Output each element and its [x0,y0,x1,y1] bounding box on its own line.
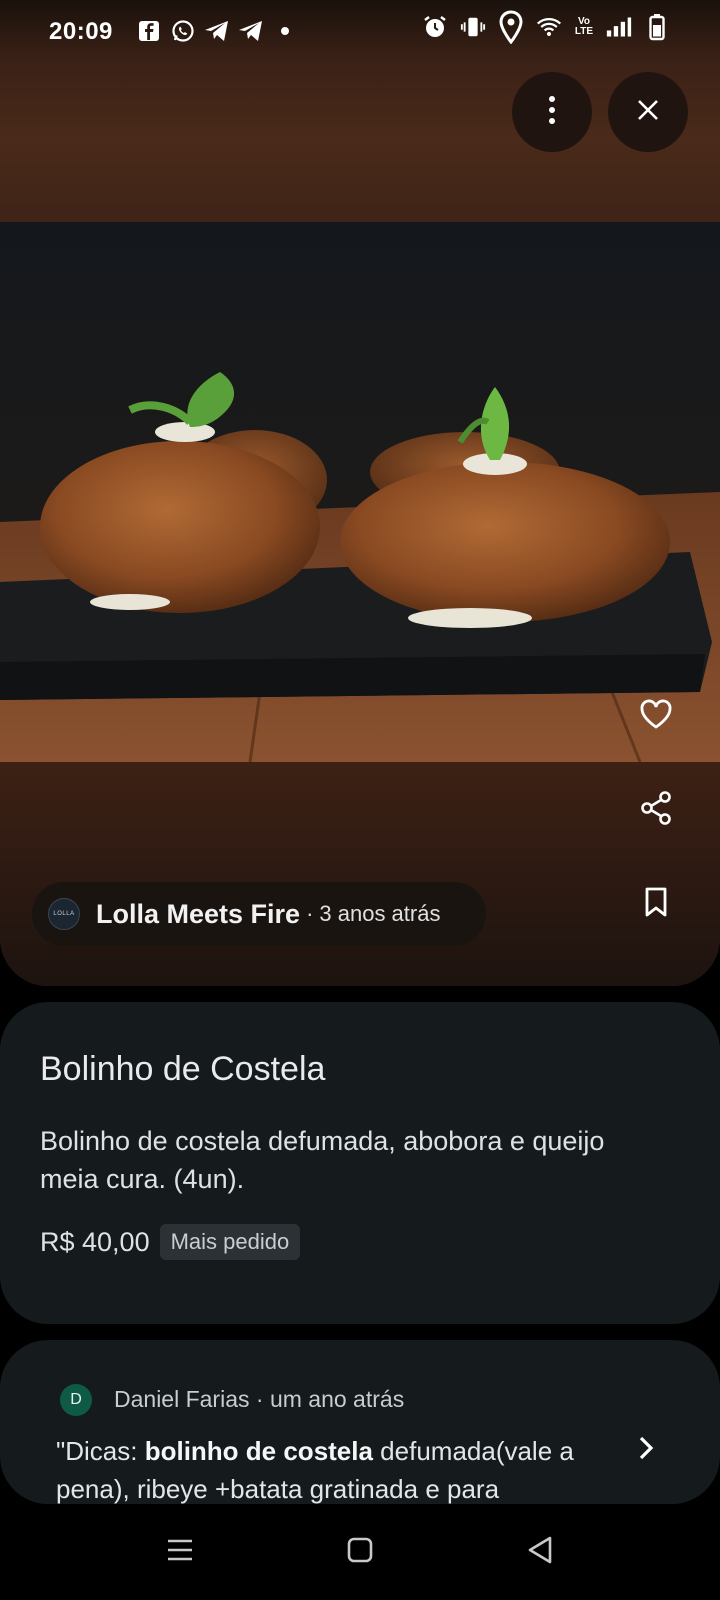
source-separator: · [306,901,314,926]
location-icon [498,10,524,44]
dot-icon [272,18,298,44]
review-text: "Dicas: bolinho de costela defumada(vale… [56,1436,574,1504]
price-row: R$ 40,00 Mais pedido [40,1224,301,1260]
whatsapp-icon [170,18,196,44]
facebook-icon [136,18,162,44]
source-chip[interactable]: LOLLA Lolla Meets Fire · 3 anos atrás [32,882,486,946]
system-nav-bar [0,1504,720,1600]
review-separator: · [255,1386,264,1412]
review-author: Daniel Farias [114,1386,250,1412]
notification-icons [136,18,298,44]
battery-icon [644,14,670,41]
recents-button[interactable] [156,1528,204,1576]
status-time: 20:09 [49,18,113,45]
source-logo: LOLLA [48,898,80,930]
dish-photo[interactable] [0,222,720,762]
signal-icon [606,14,632,40]
dish-title: Bolinho de Costela [40,1050,326,1088]
alarm-icon [422,14,448,40]
vibrate-icon [460,14,486,40]
favorite-button[interactable] [632,692,680,740]
close-icon [637,99,659,126]
status-badge: Mais pedido [159,1224,301,1260]
recents-icon [166,1538,194,1567]
home-icon [347,1537,373,1568]
source-time: 3 anos atrás [319,901,441,926]
review-meta: Daniel Farias · um ano atrás [114,1386,404,1413]
review-time: um ano atrás [269,1386,405,1412]
dish-info-card: Bolinho de Costela Bolinho de costela de… [0,1002,720,1324]
share-icon [640,790,672,830]
heart-icon [639,699,673,734]
volte-icon: Vo LTE [574,16,594,37]
back-icon [527,1535,553,1570]
source-name: Lolla Meets Fire [96,898,301,929]
more-vert-icon [547,95,557,130]
bookmark-icon [644,887,668,922]
review-card[interactable]: D Daniel Farias · um ano atrás "Dicas: b… [0,1340,720,1504]
hero-card: 20:09 Vo LTE LOLLA Lolla Meets Fire · 3 … [0,0,720,986]
chevron-right-icon [638,1435,654,1466]
avatar: D [60,1384,92,1416]
hero-footer [0,762,720,986]
save-bookmark-button[interactable] [632,880,680,928]
share-button[interactable] [632,786,680,834]
close-button[interactable] [608,72,688,152]
wifi-icon [536,14,562,40]
next-review-button[interactable] [626,1430,666,1470]
dish-description: Bolinho de costela defumada, abobora e q… [40,1126,605,1194]
back-button[interactable] [516,1528,564,1576]
home-button[interactable] [336,1528,384,1576]
system-icons: Vo LTE [422,10,670,44]
status-bar: 20:09 Vo LTE [0,0,720,64]
telegram-icon [238,18,264,44]
dish-price: R$ 40,00 [40,1226,150,1257]
telegram-icon [204,18,230,44]
more-options-button[interactable] [512,72,592,152]
